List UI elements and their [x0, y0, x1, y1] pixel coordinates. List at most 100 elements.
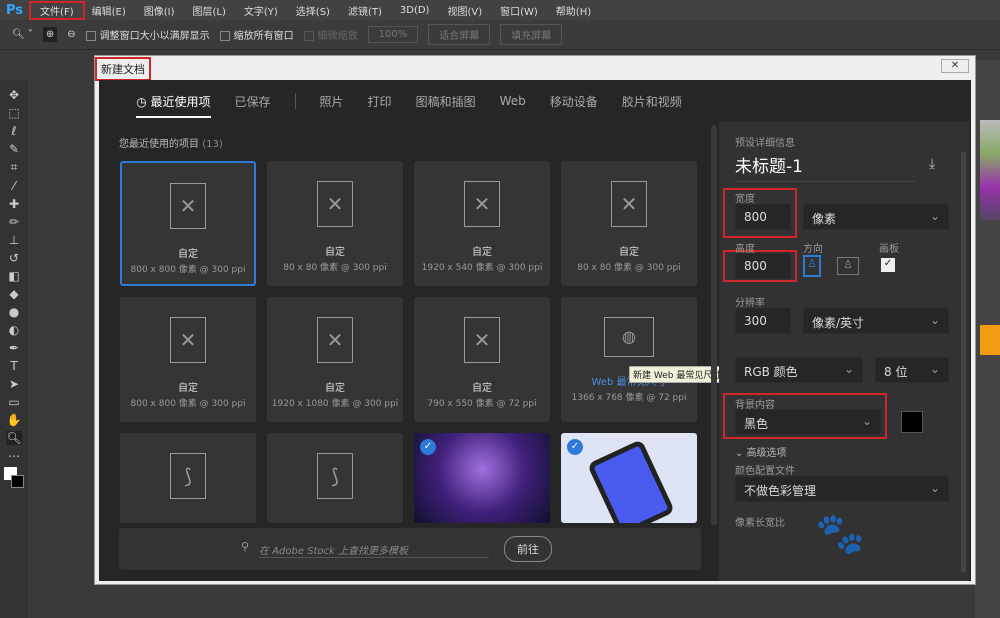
document-name-input[interactable]: 未标题-1 — [735, 152, 915, 182]
eraser-tool-icon[interactable]: ◧ — [8, 269, 19, 283]
color-swatches-icon[interactable] — [4, 467, 24, 489]
pen-tool-icon[interactable]: ✒ — [9, 341, 19, 355]
selected-value: 像素 — [812, 212, 837, 226]
card-size: 1920 x 1080 像素 @ 300 ppi — [271, 399, 399, 409]
blur-tool-icon[interactable]: ● — [9, 305, 19, 319]
fit-window-checkbox[interactable]: 调整窗口大小以满屏显示 — [85, 27, 210, 42]
preset-card[interactable]: ✕ 自定 800 x 800 像素 @ 300 ppi — [120, 297, 256, 422]
resolution-unit-select[interactable]: 像素/英寸 ⌄ — [803, 308, 949, 334]
grid-scrollbar[interactable] — [711, 125, 717, 525]
hand-tool-icon[interactable]: ✋ — [7, 413, 22, 427]
menu-file[interactable]: 文件(F) — [29, 0, 85, 20]
zoom-in-icon[interactable]: ⊕ — [42, 27, 58, 42]
menu-view[interactable]: 视图(V) — [438, 3, 491, 18]
preset-card[interactable]: ✕ 自定 800 x 800 像素 @ 300 ppi — [120, 161, 256, 286]
menu-bar: Ps 文件(F) 编辑(E) 图像(I) 图层(L) 文字(Y) 选择(S) 滤… — [0, 0, 1000, 20]
healing-tool-icon[interactable]: ✚ — [9, 197, 19, 211]
background-select[interactable]: 黑色 ⌄ — [735, 409, 881, 435]
zoom-value-button[interactable]: 100% — [367, 26, 419, 43]
path-document-icon: ⟆ — [317, 453, 353, 499]
bit-depth-select[interactable]: 8 位 ⌄ — [875, 357, 949, 383]
background-color-swatch[interactable] — [901, 411, 923, 433]
shape-tool-icon[interactable]: ▭ — [8, 395, 19, 409]
quick-select-tool-icon[interactable]: ✎ — [9, 142, 19, 156]
menu-layer[interactable]: 图层(L) — [184, 3, 235, 18]
path-select-icon[interactable]: ➤ — [9, 377, 19, 391]
preset-card-web[interactable]: ◍Web 最常见尺寸1366 x 768 像素 @ 72 ppi — [561, 297, 697, 422]
resolution-input[interactable]: 300 — [735, 308, 791, 334]
browser-icon: ◍ — [604, 317, 654, 357]
more-tools-icon[interactable]: ⋯ — [8, 449, 20, 463]
stamp-tool-icon[interactable]: ⊥ — [9, 233, 19, 247]
marquee-tool-icon[interactable]: ⬚ — [8, 106, 19, 120]
preset-card[interactable]: ✕ 自定 790 x 550 像素 @ 72 ppi — [414, 297, 550, 422]
tab-art[interactable]: 图稿和插图 — [416, 93, 476, 110]
brush-tool-icon[interactable]: ✏ — [9, 215, 19, 229]
height-input[interactable]: 800 — [735, 253, 791, 279]
paw-logo: 🐾 — [815, 511, 865, 557]
save-preset-icon[interactable]: ⤓ — [929, 156, 935, 172]
zoom-tool-icon[interactable]: 🔍︎ — [6, 431, 22, 445]
swatch-orange[interactable] — [980, 325, 1000, 355]
tab-saved[interactable]: 已保存 — [235, 93, 271, 110]
template-card[interactable]: ⟆ — [267, 433, 403, 523]
portrait-icon[interactable]: ♙ — [803, 255, 821, 277]
menu-type[interactable]: 文字(Y) — [235, 3, 287, 18]
advanced-options-toggle[interactable]: ⌄ 高级选项 — [735, 444, 787, 459]
menu-filter[interactable]: 滤镜(T) — [339, 3, 391, 18]
tab-recent[interactable]: ◷ 最近使用项 — [136, 93, 211, 118]
baidu-watermark: 🐾 — [815, 510, 925, 600]
color-mode-select[interactable]: RGB 颜色 ⌄ — [735, 357, 863, 383]
preset-card[interactable]: ✕ 自定 80 x 80 像素 @ 300 ppi — [561, 161, 697, 286]
orientation-label: 方向 — [803, 244, 823, 255]
artboard-checkbox[interactable]: ✓ — [881, 258, 895, 272]
history-brush-icon[interactable]: ↺ — [9, 251, 19, 265]
type-tool-icon[interactable]: T — [10, 359, 17, 373]
menu-image[interactable]: 图像(I) — [135, 3, 184, 18]
tab-photo[interactable]: 照片 — [320, 93, 344, 110]
zoom-tool-icon[interactable]: 🔍︎ ˅ — [12, 29, 33, 40]
lasso-tool-icon[interactable]: ℓ — [12, 124, 17, 138]
tab-mobile[interactable]: 移动设备 — [550, 93, 598, 110]
bucket-tool-icon[interactable]: ◆ — [9, 287, 18, 301]
preset-card[interactable]: ✕ 自定 1920 x 1080 像素 @ 300 ppi — [267, 297, 403, 422]
card-name: 自定 — [178, 249, 198, 260]
preset-card[interactable]: ✕ 自定 1920 x 540 像素 @ 300 ppi — [414, 161, 550, 286]
swatches-panel[interactable] — [980, 120, 1000, 220]
document-icon: ✕ — [611, 181, 647, 227]
profile-select[interactable]: 不做色彩管理 ⌄ — [735, 476, 949, 502]
card-size: 1920 x 540 像素 @ 300 ppi — [421, 263, 543, 273]
options-bar: 🔍︎ ˅ ⊕ ⊖ 调整窗口大小以满屏显示 缩放所有窗口 细微缩放 100% 适合… — [0, 20, 1000, 50]
tab-print[interactable]: 打印 — [368, 93, 392, 110]
move-tool-icon[interactable]: ✥ — [9, 88, 19, 102]
dodge-tool-icon[interactable]: ◐ — [9, 323, 19, 337]
eyedropper-tool-icon[interactable]: ⁄ — [13, 179, 15, 193]
template-card[interactable]: ⟆ — [120, 433, 256, 523]
menu-help[interactable]: 帮助(H) — [547, 3, 600, 18]
right-panels — [975, 60, 1000, 618]
card-name: 自定 — [472, 383, 492, 394]
scrubby-zoom-checkbox[interactable]: 细微缩放 — [303, 27, 358, 42]
menu-window[interactable]: 窗口(W) — [491, 3, 547, 18]
close-button[interactable]: ✕ — [941, 59, 969, 73]
width-unit-select[interactable]: 像素 ⌄ — [803, 204, 949, 230]
stock-search-input[interactable]: 在 Adobe Stock 上查找更多模板 — [259, 542, 489, 558]
stock-template-galaxy[interactable]: ✓ — [414, 433, 550, 523]
zoom-out-icon[interactable]: ⊖ — [67, 29, 75, 40]
fill-screen-button[interactable]: 填充屏幕 — [500, 24, 563, 45]
menu-edit[interactable]: 编辑(E) — [83, 3, 135, 18]
zoom-all-checkbox[interactable]: 缩放所有窗口 — [219, 27, 294, 42]
card-size: 800 x 800 像素 @ 300 ppi — [130, 399, 246, 409]
tab-web[interactable]: Web — [500, 94, 526, 108]
go-button[interactable]: 前往 — [504, 536, 552, 562]
landscape-icon[interactable]: ♙ — [837, 257, 859, 275]
panel-scrollbar[interactable] — [961, 152, 966, 572]
crop-tool-icon[interactable]: ⌗ — [11, 160, 18, 175]
menu-select[interactable]: 选择(S) — [287, 3, 339, 18]
menu-3d[interactable]: 3D(D) — [391, 5, 439, 16]
stock-template-phone[interactable]: ✓ — [561, 433, 697, 523]
preset-card[interactable]: ✕ 自定 80 x 80 像素 @ 300 ppi — [267, 161, 403, 286]
fit-screen-button[interactable]: 适合屏幕 — [428, 24, 491, 45]
tab-film[interactable]: 胶片和视频 — [622, 93, 682, 110]
width-input[interactable]: 800 — [735, 204, 791, 230]
